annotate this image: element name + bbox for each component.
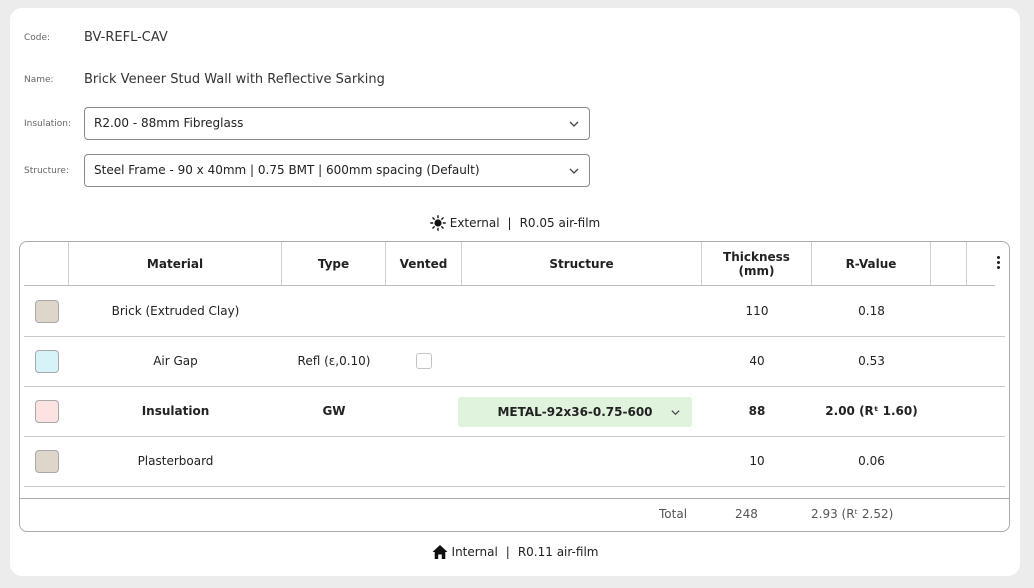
material-color-swatch[interactable] [35,350,59,373]
external-film-value: R0.05 air-film [519,216,601,230]
structure-label: Structure: [24,166,69,176]
vented-checkbox[interactable] [416,352,432,369]
rvalue-column-header[interactable]: R-Value [812,242,931,285]
chevron-down-icon [569,121,579,127]
thickness-cell: 88 [748,403,766,418]
structure-column-header[interactable]: Structure [462,242,702,285]
material-color-swatch[interactable] [35,300,59,323]
material-color-swatch[interactable] [35,400,59,423]
type-column-header[interactable]: Type [282,242,386,285]
type-cell [282,436,386,485]
table-row[interactable]: Insulation GW METAL-92x36-0.75-600 88 2.… [24,386,1005,437]
external-label: External [449,216,500,230]
vented-column-header[interactable]: Vented [386,242,462,285]
swatch-column-header [20,242,69,285]
rvalue-cell: 0.06 [858,453,885,468]
internal-label: Internal [451,545,498,559]
extra-column-header [931,242,967,285]
total-label: Total [659,507,688,521]
thickness-cell: 110 [745,303,769,318]
internal-film: Internal | R0.11 air-film [10,544,1020,560]
material-color-swatch[interactable] [35,450,59,473]
construction-card: Code: BV-REFL-CAV Name: Brick Veneer Stu… [10,8,1020,576]
code-label: Code: [24,33,51,43]
table-row[interactable]: Brick (Extruded Clay) 110 0.18 [24,286,1005,337]
structure-select[interactable]: METAL-92x36-0.75-600 [458,397,692,427]
home-icon [432,545,448,559]
material-column-header[interactable]: Material [69,242,282,285]
rvalue-cell: 2.00 (Rᵗ 1.60) [825,403,918,418]
structure-select-value: Steel Frame - 90 x 40mm | 0.75 BMT | 600… [94,163,480,177]
more-options-icon[interactable] [993,254,1003,274]
type-cell: Refl (ε,0.10) [297,353,371,368]
total-thickness: 248 [735,507,758,521]
rvalue-cell: 0.18 [858,303,885,318]
material-cell: Brick (Extruded Clay) [111,303,240,318]
chevron-down-icon [671,410,680,416]
rvalue-cell: 0.53 [858,353,885,368]
name-label: Name: [24,75,54,85]
external-separator: | [507,216,512,230]
insulation-label: Insulation: [24,119,72,129]
name-value: Brick Veneer Stud Wall with Reflective S… [84,72,385,87]
thickness-cell: 40 [749,353,765,368]
thickness-cell: 10 [749,453,765,468]
layers-table: Material Type Vented Structure Thickness… [19,241,1010,532]
total-divider [20,498,1009,499]
code-value: BV-REFL-CAV [84,30,168,45]
material-cell: Insulation [141,403,210,418]
structure-select[interactable]: Steel Frame - 90 x 40mm | 0.75 BMT | 600… [84,154,590,187]
thickness-column-header[interactable]: Thickness (mm) [702,242,812,285]
insulation-select-value: R2.00 - 88mm Fibreglass [94,116,244,130]
internal-film-value: R0.11 air-film [517,545,599,559]
total-rvalue: 2.93 (Rᵗ 2.52) [811,507,894,521]
type-cell [282,286,386,335]
material-cell: Air Gap [153,353,198,368]
vented-cell [386,336,462,385]
internal-separator: | [505,545,510,559]
material-cell: Plasterboard [137,453,214,468]
external-film: External | R0.05 air-film [10,215,1020,231]
sun-icon [429,215,446,231]
structure-select-value: METAL-92x36-0.75-600 [497,405,653,419]
type-cell: GW [322,403,346,418]
insulation-select[interactable]: R2.00 - 88mm Fibreglass [84,107,590,140]
table-row[interactable]: Air Gap Refl (ε,0.10) 40 0.53 [24,336,1005,387]
table-row[interactable]: Plasterboard 10 0.06 [24,436,1005,487]
chevron-down-icon [569,168,579,174]
